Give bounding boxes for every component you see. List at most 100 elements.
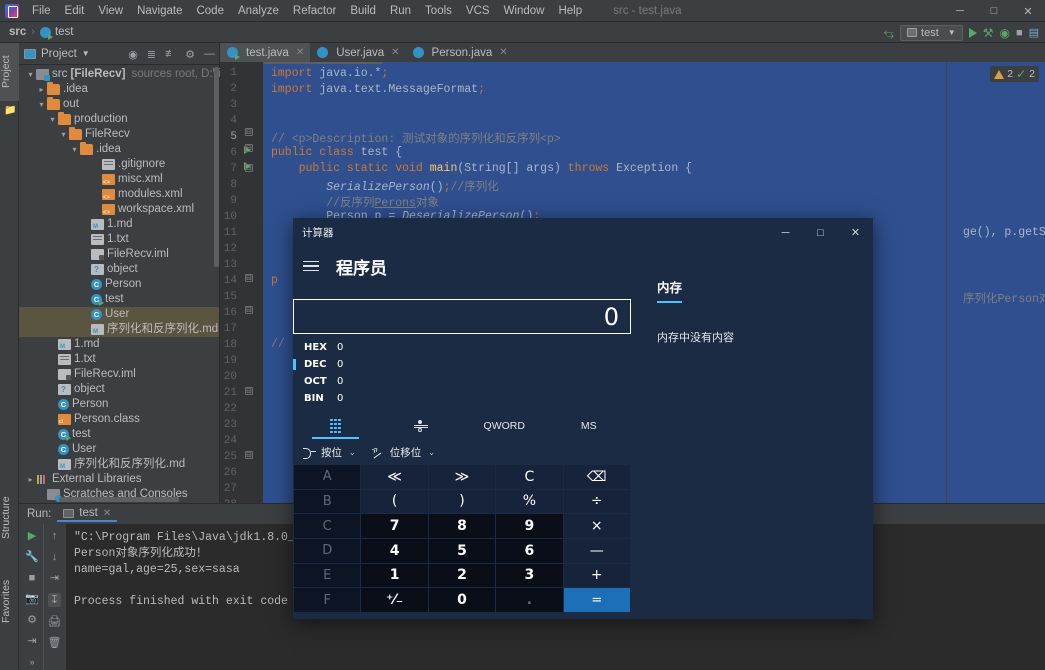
tree-node[interactable]: 1.md	[19, 337, 219, 352]
tree-twisty-icon[interactable]: ▸	[25, 472, 36, 487]
tree-node[interactable]: ▾ src [FileRecv] sources root, D:\jilu\195	[19, 67, 252, 82]
menu-item-code[interactable]: Code	[189, 3, 231, 19]
scroll-to-end-icon[interactable]: ↧	[47, 593, 62, 607]
breadcrumb-leaf[interactable]: test	[39, 26, 74, 40]
tree-node[interactable]: misc.xml	[19, 172, 219, 187]
radix-row-dec[interactable]: DEC 0	[293, 356, 631, 373]
key-paren-close[interactable]: )	[428, 489, 496, 514]
editor-tab-test-java[interactable]: test.java ✕	[220, 43, 311, 62]
tree-node[interactable]: workspace.xml	[19, 202, 219, 217]
minimize-button[interactable]: ─	[943, 0, 977, 22]
tree-node[interactable]: ▸ External Libraries	[19, 472, 219, 487]
gutter-fold-icon[interactable]: ⊟	[245, 274, 253, 282]
key-subtract[interactable]: —	[563, 538, 630, 563]
thread-dump-icon[interactable]: ⚙	[27, 614, 37, 626]
menu-item-run[interactable]: Run	[383, 3, 418, 19]
radix-row-bin[interactable]: BIN 0	[293, 390, 631, 407]
hamburger-menu-icon[interactable]	[303, 260, 319, 272]
editor-gutter[interactable]: 1 2 3 4 5 6 7 8 9 10 11 12 13 14 15 16 17 18 19 20 21 22 23 24 2…	[220, 62, 263, 503]
chevron-down-icon[interactable]: ▼	[82, 49, 90, 58]
key-multiply[interactable]: ×	[563, 514, 630, 538]
close-icon[interactable]: ✕	[499, 47, 507, 58]
key-6[interactable]: 6	[496, 538, 563, 563]
soft-wrap-icon[interactable]: ⇥	[50, 572, 59, 584]
key-paren-open[interactable]: (	[361, 489, 428, 514]
tree-node[interactable]: modules.xml	[19, 187, 219, 202]
key-e[interactable]: E	[294, 563, 361, 588]
tree-node[interactable]: Person	[19, 397, 219, 412]
tree-node[interactable]: ▸ .idea	[19, 82, 219, 97]
calculator-close-button[interactable]: ✕	[838, 218, 873, 247]
tree-node[interactable]: ▾ .idea	[19, 142, 219, 157]
gutter-fold-icon[interactable]: ⊟	[245, 387, 253, 395]
bitwise-dropdown[interactable]: 按位 ⌄	[303, 445, 356, 460]
calculator-title-bar[interactable]: 计算器 ─ □ ✕	[293, 218, 873, 247]
maximize-button[interactable]: □	[977, 0, 1011, 22]
radix-row-hex[interactable]: HEX 0	[293, 339, 631, 356]
tree-node[interactable]: FileRecv.iml	[19, 247, 219, 262]
hide-panel-icon[interactable]: —	[204, 48, 215, 60]
menu-item-help[interactable]: Help	[551, 3, 589, 19]
close-icon[interactable]: ✕	[391, 47, 399, 58]
tree-horizontal-scrollbar[interactable]	[59, 497, 179, 502]
trash-icon[interactable]: 🗑	[48, 637, 62, 649]
key-2[interactable]: 2	[428, 563, 496, 588]
menu-item-navigate[interactable]: Navigate	[130, 3, 189, 19]
locate-icon[interactable]: ◉	[128, 48, 138, 61]
tree-twisty-icon[interactable]: ▾	[58, 127, 69, 142]
key-3[interactable]: 3	[496, 563, 563, 588]
tree-node[interactable]: object	[19, 262, 219, 277]
sidebar-tab-favorites[interactable]: Favorites	[0, 563, 19, 639]
run-tab-test[interactable]: test ✕	[57, 506, 118, 522]
calculator-maximize-button[interactable]: □	[803, 218, 838, 247]
gutter-fold-icon[interactable]: ⊟	[245, 144, 253, 152]
tree-node[interactable]: FileRecv.iml	[19, 367, 219, 382]
key-rshift[interactable]: ≫	[428, 465, 496, 489]
key-f[interactable]: F	[294, 588, 361, 612]
radix-row-oct[interactable]: OCT 0	[293, 373, 631, 390]
run-with-coverage-button[interactable]: ◉	[999, 26, 1009, 40]
key-modulo[interactable]: %	[496, 489, 563, 514]
tree-node[interactable]: 1.txt	[19, 352, 219, 367]
key-b[interactable]: B	[294, 489, 361, 514]
menu-item-window[interactable]: Window	[497, 3, 552, 19]
tree-node[interactable]: ▾ production	[19, 112, 219, 127]
run-configuration-selector[interactable]: test ▼	[900, 24, 963, 41]
key-9[interactable]: 9	[496, 514, 563, 538]
menu-item-vcs[interactable]: VCS	[459, 3, 497, 19]
gutter-fold-icon[interactable]: ⊟	[245, 451, 253, 459]
tree-twisty-icon[interactable]: ▾	[69, 142, 80, 157]
menu-item-view[interactable]: View	[91, 3, 130, 19]
tree-twisty-icon[interactable]: ▾	[36, 97, 47, 112]
print-icon[interactable]: 🖨	[48, 616, 62, 628]
gutter-fold-icon[interactable]: ⊟	[245, 306, 253, 314]
key-1[interactable]: 1	[361, 563, 428, 588]
editor-tab-User-java[interactable]: User.java ✕	[310, 43, 405, 62]
menu-item-file[interactable]: File	[25, 3, 58, 19]
calculator-display[interactable]: 0	[293, 299, 631, 334]
calculator-window[interactable]: 计算器 ─ □ ✕ 程序员 0 HEX0DEC0OCT0BIN0	[293, 218, 873, 619]
menu-item-analyze[interactable]: Analyze	[231, 3, 286, 19]
sidebar-tab-project[interactable]: Project	[0, 43, 19, 101]
memory-tab[interactable]: 内存	[657, 277, 683, 303]
key-divide[interactable]: ÷	[563, 489, 630, 514]
run-button[interactable]	[968, 27, 977, 38]
tree-node[interactable]: .gitignore	[19, 157, 219, 172]
tree-node[interactable]: ▾ FileRecv	[19, 127, 219, 142]
breadcrumb-root[interactable]: src	[9, 26, 26, 38]
arrow-down-icon[interactable]: ↓	[52, 551, 58, 563]
gutter-fold-icon[interactable]: ⊟	[245, 164, 253, 172]
inspection-status-badge[interactable]: 2 ✓ 2	[990, 66, 1039, 82]
stop-icon[interactable]: ■	[29, 572, 36, 584]
key-decimal[interactable]: .	[496, 588, 563, 612]
close-button[interactable]: ✕	[1011, 0, 1045, 22]
export-icon[interactable]: ⇥	[27, 635, 36, 647]
menu-item-edit[interactable]: Edit	[58, 3, 92, 19]
rerun-icon[interactable]: ▶	[28, 530, 36, 542]
camera-icon[interactable]: 📷	[25, 593, 39, 605]
key-equals[interactable]: =	[563, 588, 630, 612]
tree-node[interactable]: Person	[19, 277, 219, 292]
tree-node[interactable]: 1.md	[19, 217, 219, 232]
key-a[interactable]: A	[294, 465, 361, 489]
settings-gear-icon[interactable]: ⚙	[185, 48, 195, 61]
